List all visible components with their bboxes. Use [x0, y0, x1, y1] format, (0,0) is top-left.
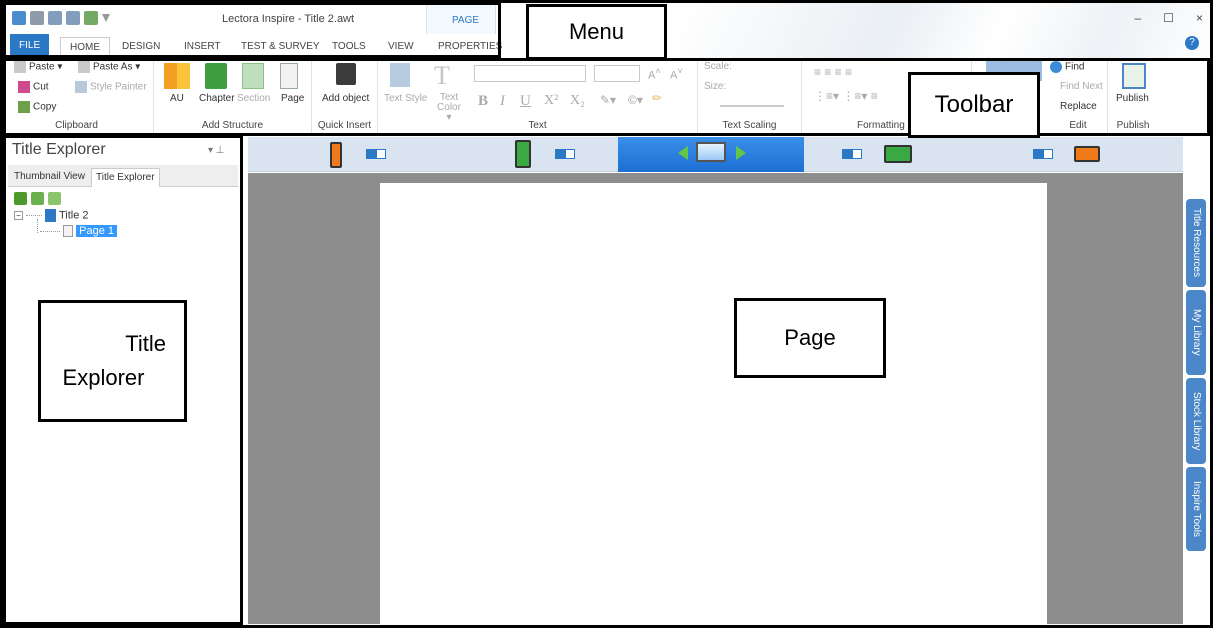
minimize-button[interactable]: –: [1135, 11, 1142, 25]
tablet-portrait-toggle[interactable]: [555, 149, 575, 159]
help-icon[interactable]: ?: [1185, 36, 1199, 50]
dock-tab-stock-library[interactable]: Stock Library: [1186, 378, 1206, 464]
phone-landscape-icon[interactable]: [1074, 146, 1100, 162]
page-canvas[interactable]: [380, 183, 1047, 624]
dock-tab-my-library[interactable]: My Library: [1186, 290, 1206, 375]
maximize-button[interactable]: ☐: [1163, 11, 1174, 25]
tablet-landscape-icon[interactable]: [884, 145, 912, 163]
menu-callout: Menu: [526, 4, 667, 60]
dock-tab-title-resources[interactable]: Title Resources: [1186, 199, 1206, 287]
canvas-area: [248, 173, 1183, 624]
phone-portrait-icon[interactable]: [330, 142, 342, 168]
dock-tab-inspire-tools[interactable]: Inspire Tools: [1186, 467, 1206, 551]
explorer-callout: Title Explorer: [38, 300, 187, 422]
previous-device-icon[interactable]: [678, 146, 688, 160]
phone-portrait-toggle[interactable]: [366, 149, 386, 159]
explorer-callout-line2: Explorer: [62, 365, 145, 390]
desktop-monitor-icon[interactable]: [696, 142, 726, 162]
toolbar-callout: Toolbar: [908, 72, 1040, 138]
device-preview-bar: [248, 137, 1183, 172]
tablet-landscape-toggle[interactable]: [842, 149, 862, 159]
menu-outline: [3, 2, 501, 58]
next-device-icon[interactable]: [736, 146, 746, 160]
phone-landscape-toggle[interactable]: [1033, 149, 1053, 159]
window-controls: – ☐ ×: [1135, 11, 1203, 25]
page-callout: Page: [734, 298, 886, 378]
tablet-portrait-icon[interactable]: [515, 140, 531, 168]
close-button[interactable]: ×: [1196, 11, 1203, 25]
right-dock: Title Resources My Library Stock Library…: [1183, 137, 1209, 624]
explorer-callout-line1: Title: [125, 331, 166, 356]
